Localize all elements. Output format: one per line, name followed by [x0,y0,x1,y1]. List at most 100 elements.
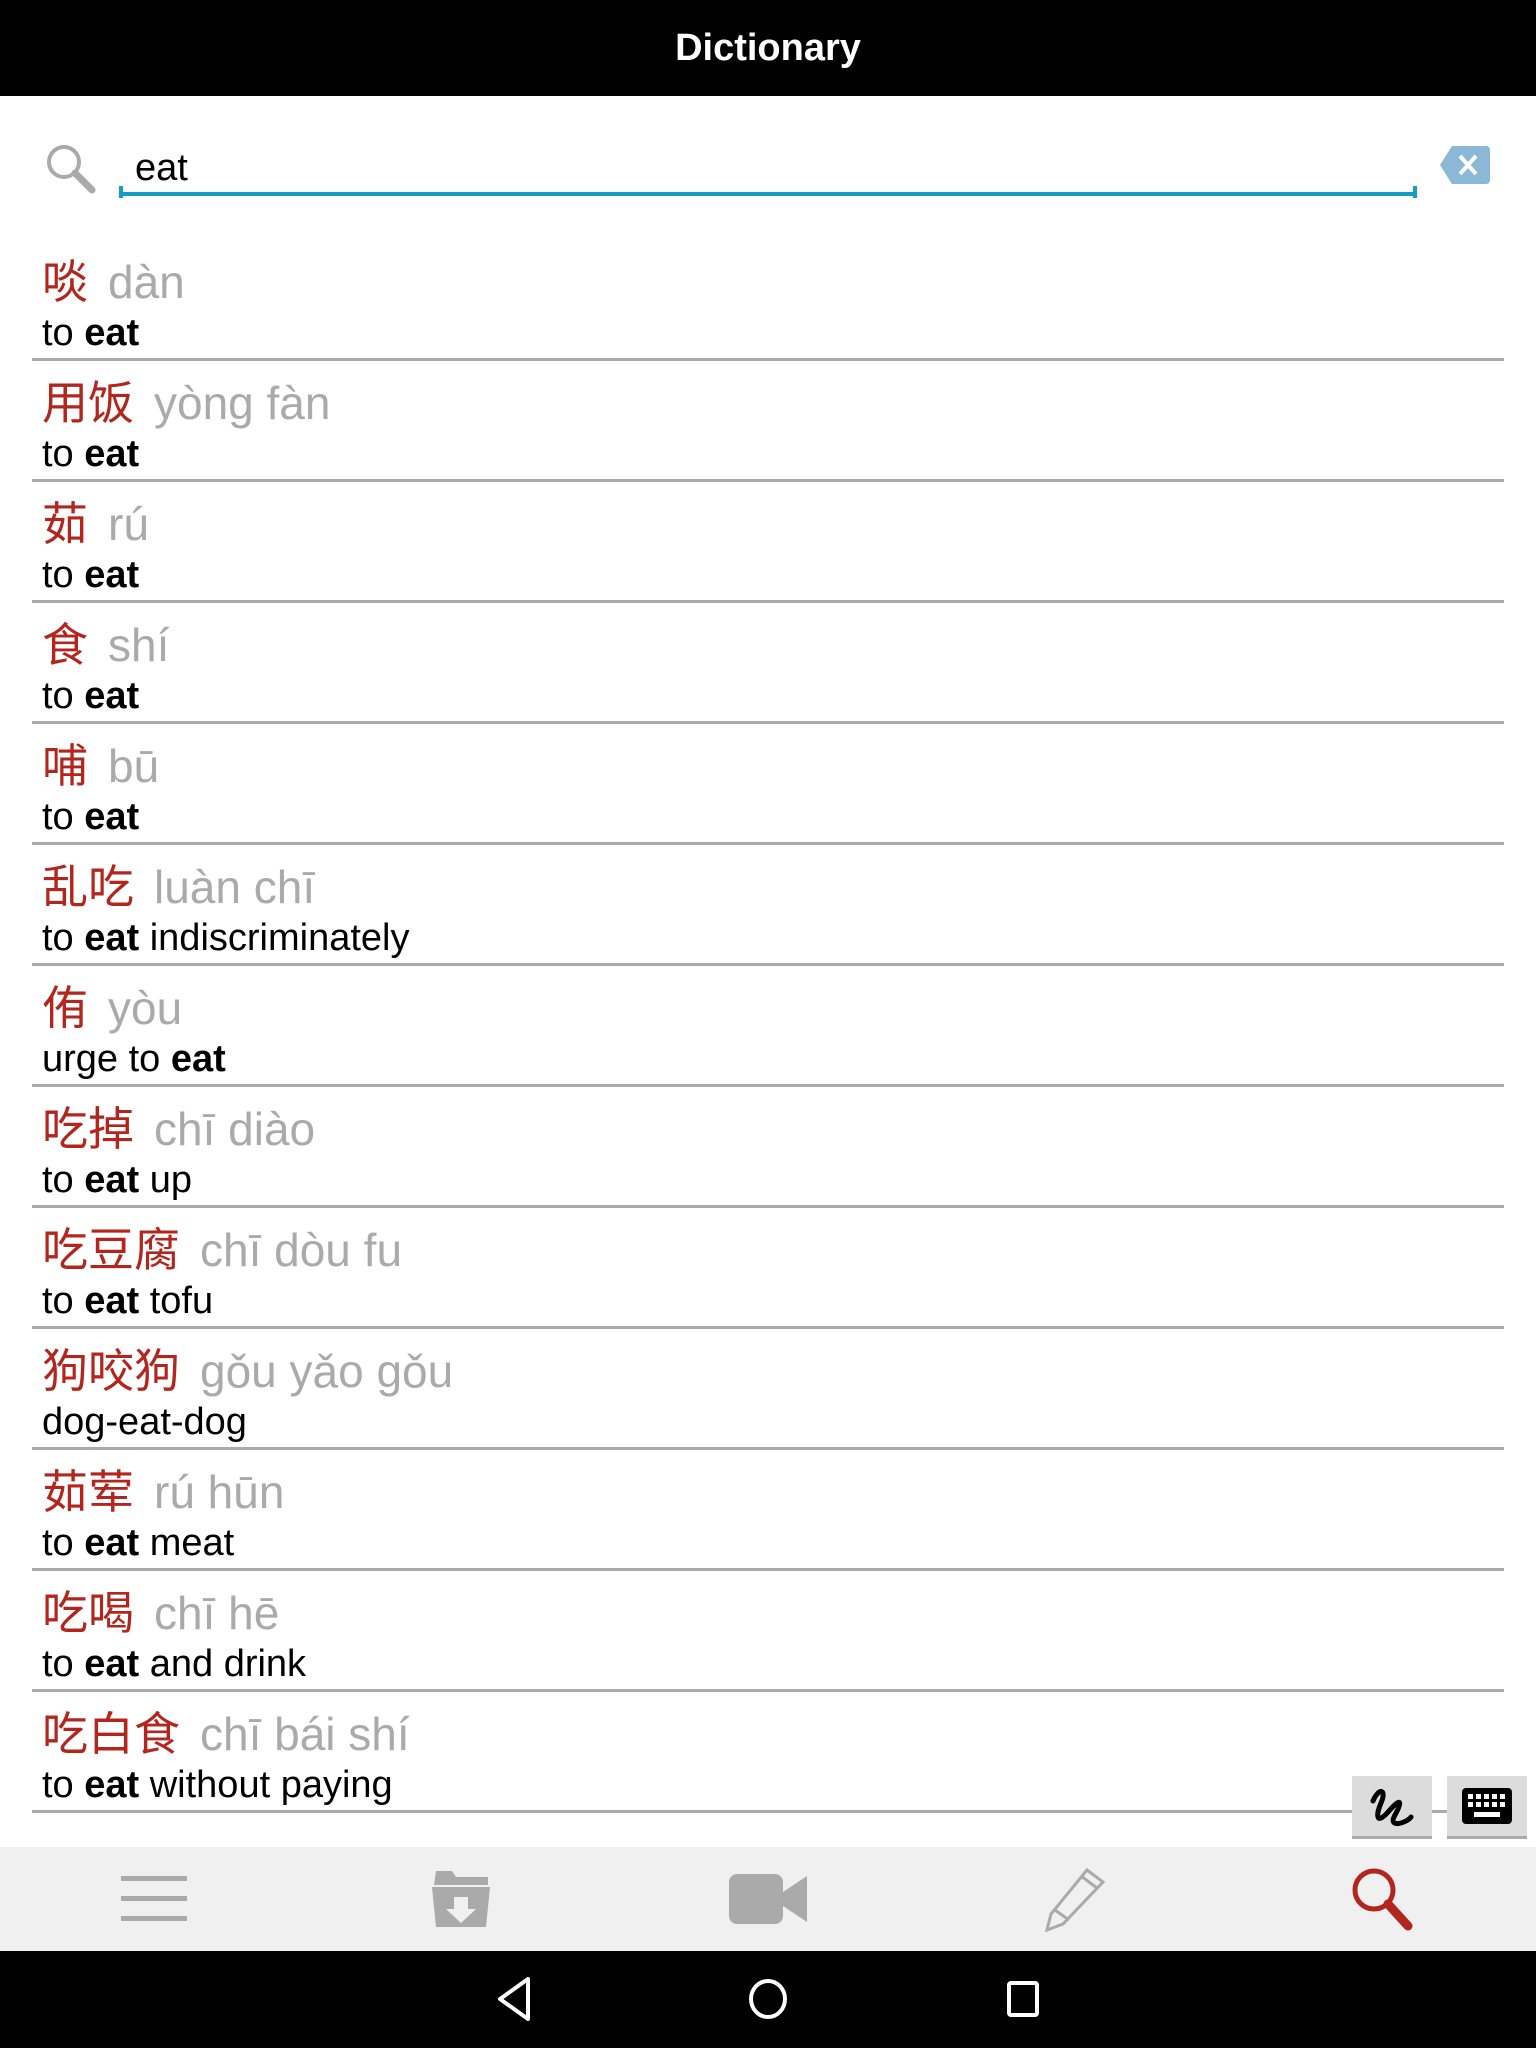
headword: 狗咬狗 gǒu yǎo gǒu [42,1335,453,1401]
nav-archive[interactable] [307,1847,614,1951]
handwriting-icon [1370,1789,1414,1826]
result-item[interactable]: 吃豆腐 chī dòu fu to eat tofu [32,1208,1504,1329]
headword: 茹 rú [42,488,149,554]
definition: to eat indiscriminately [42,917,409,960]
definition: to eat [42,433,139,476]
definition-match: eat [84,554,140,596]
definition-text: to [42,433,85,475]
result-item[interactable]: 哺 bū to eat [32,724,1504,845]
definition: to eat without paying [42,1764,393,1807]
definition-match: eat [84,1280,140,1322]
pinyin: dàn [108,256,185,308]
nav-video[interactable] [614,1847,921,1951]
hanzi: 用饭 [42,377,134,429]
hanzi: 茹荤 [42,1466,134,1518]
keyboard-icon [1462,1788,1512,1824]
hanzi: 吃白食 [42,1708,180,1760]
definition-text: to [42,1522,85,1564]
headword: 侑 yòu [42,972,182,1038]
definition-text: to [42,312,85,354]
definition: to eat [42,312,139,355]
handwriting-button[interactable] [1352,1776,1432,1839]
pinyin: chī hē [154,1587,280,1639]
hanzi: 食 [42,619,88,671]
definition-match: eat [84,1764,140,1806]
headword: 哺 bū [42,730,159,796]
definition: to eat meat [42,1522,234,1565]
pinyin: luàn chī [154,861,316,913]
clear-input-button[interactable] [1440,146,1490,184]
hanzi: 吃豆腐 [42,1224,180,1276]
home-icon[interactable] [748,1975,788,2023]
definition: to eat [42,796,139,839]
results-list: 啖 dàn to eat 用饭 yòng fàn to eat 茹 rú to eat 食 s… [32,240,1504,1813]
input-edge [119,186,123,198]
result-item[interactable]: 食 shí to eat [32,603,1504,724]
definition-text: to [42,917,85,959]
definition-text: to [42,1159,85,1201]
definition-match: eat [84,312,140,354]
nav-pencil[interactable] [922,1847,1229,1951]
pinyin: bū [108,740,160,792]
result-item[interactable]: 茹 rú to eat [32,482,1504,603]
hanzi: 哺 [42,740,88,792]
pinyin: chī diào [154,1103,316,1155]
hanzi: 啖 [42,256,88,308]
definition-match: eat [84,1159,140,1201]
hanzi: 狗咬狗 [42,1345,180,1397]
result-item[interactable]: 乱吃 luàn chī to eat indiscriminately [32,845,1504,966]
pinyin: shí [108,619,170,671]
recents-icon[interactable] [1006,1975,1042,2023]
result-item[interactable]: 吃白食 chī bái shí to eat without paying [32,1692,1504,1813]
definition-text: to [42,1764,85,1806]
result-item[interactable]: 狗咬狗 gǒu yǎo gǒu dog-eat-dog [32,1329,1504,1450]
definition-match: eat [84,917,140,959]
pinyin: yòng fàn [154,377,331,429]
result-item[interactable]: 吃喝 chī hē to eat and drink [32,1571,1504,1692]
bottom-navigation [0,1847,1536,1951]
definition-text: dog-eat-dog [42,1401,247,1443]
definition-text: and drink [139,1643,307,1685]
definition: to eat and drink [42,1643,306,1686]
archive-download-icon [431,1871,490,1927]
keyboard-button[interactable] [1447,1776,1527,1839]
result-item[interactable]: 茹荤 rú hūn to eat meat [32,1450,1504,1571]
app-title: Dictionary [675,26,861,69]
hanzi: 侑 [42,982,88,1034]
search-icon [47,145,96,194]
definition-text: to [42,1280,85,1322]
definition-text: indiscriminately [139,917,410,959]
definition-match: eat [84,1522,140,1564]
video-camera-icon [729,1874,807,1924]
headword: 啖 dàn [42,246,185,312]
system-navigation-bar [0,1951,1536,2048]
hanzi: 乱吃 [42,861,134,913]
result-item[interactable]: 侑 yòu urge to eat [32,966,1504,1087]
title-bar: Dictionary [0,0,1536,96]
nav-menu[interactable] [0,1847,307,1951]
headword: 吃掉 chī diào [42,1093,315,1159]
definition: to eat [42,554,139,597]
definition-match: eat [84,675,140,717]
result-item[interactable]: 啖 dàn to eat [32,240,1504,361]
definition: to eat [42,675,139,718]
search-icon [1352,1868,1413,1931]
pinyin: rú hūn [154,1466,285,1518]
search-input[interactable] [119,144,1417,196]
definition-text: meat [139,1522,235,1564]
nav-search[interactable] [1229,1847,1536,1951]
result-item[interactable]: 用饭 yòng fàn to eat [32,361,1504,482]
definition: to eat up [42,1159,192,1202]
headword: 吃豆腐 chī dòu fu [42,1214,402,1280]
pinyin: chī bái shí [200,1708,410,1760]
definition-match: eat [170,1038,226,1080]
hanzi: 吃喝 [42,1587,134,1639]
headword: 用饭 yòng fàn [42,367,330,433]
search-bar [0,96,1536,240]
headword: 吃喝 chī hē [42,1577,279,1643]
back-icon[interactable] [496,1975,532,2023]
pinyin: yòu [108,982,183,1034]
definition: to eat tofu [42,1280,213,1323]
definition: urge to eat [42,1038,226,1081]
result-item[interactable]: 吃掉 chī diào to eat up [32,1087,1504,1208]
